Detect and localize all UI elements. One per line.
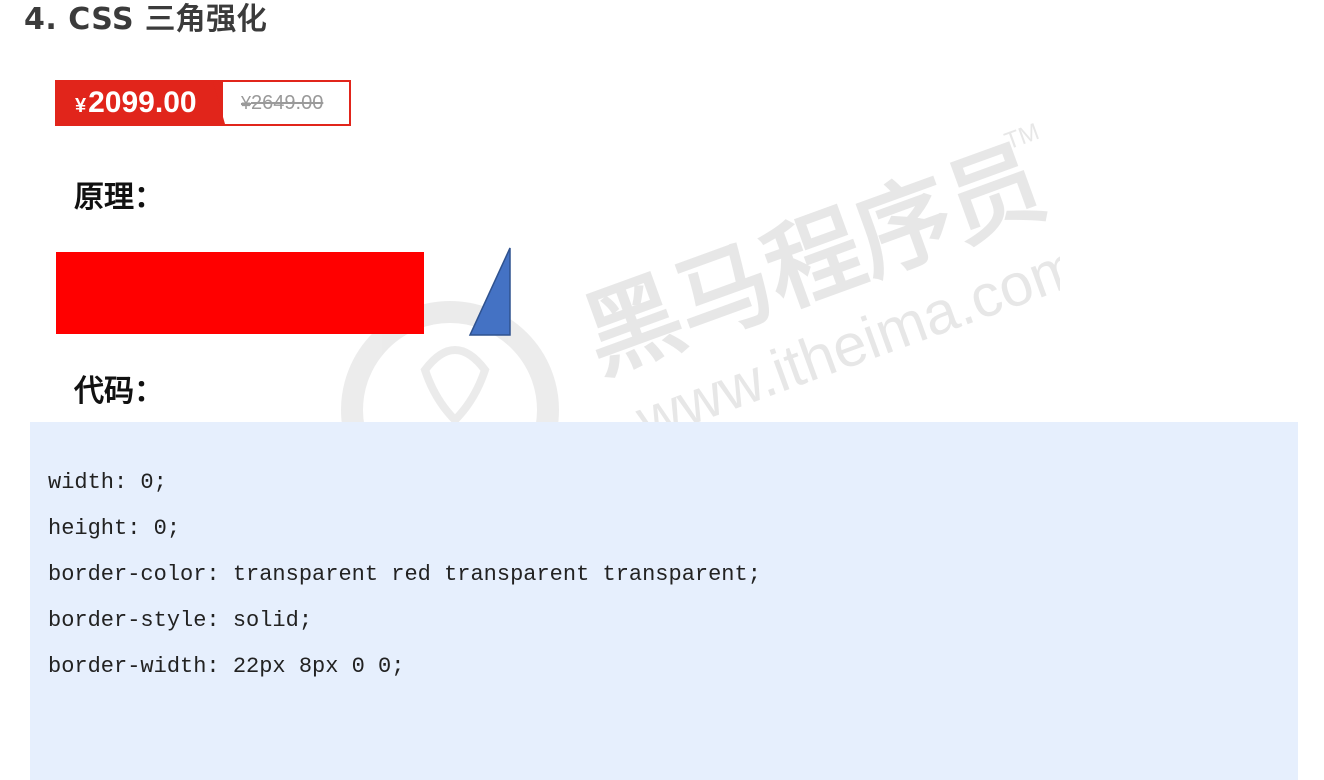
original-price-value: 2649.00 xyxy=(251,92,324,114)
currency-symbol-old: ¥ xyxy=(241,93,252,113)
demo-red-rectangle xyxy=(56,252,424,334)
price-badge: ¥2099.00 ¥2649.00 xyxy=(55,80,351,126)
demo-triangle-shape xyxy=(468,247,511,336)
watermark-site: www.itheima.com xyxy=(627,231,1060,454)
watermark-trademark: TM xyxy=(1001,120,1043,155)
current-price-value: 2099.00 xyxy=(88,86,197,119)
watermark-brand: 黑马程序员 xyxy=(569,125,1058,394)
original-price: ¥2649.00 xyxy=(241,90,323,116)
price-badge-slant xyxy=(213,82,225,124)
code-line: border-color: transparent red transparen… xyxy=(48,562,761,587)
code-line: height: 0; xyxy=(48,516,181,541)
code-line: width: 0; xyxy=(48,470,167,495)
code-label: 代码： xyxy=(74,374,164,409)
code-line: border-style: solid; xyxy=(48,608,313,633)
code-line: border-width: 22px 8px 0 0; xyxy=(48,654,405,679)
code-block xyxy=(30,422,1298,780)
current-price: ¥2099.00 xyxy=(75,84,197,124)
principle-label: 原理： xyxy=(74,180,164,215)
currency-symbol: ¥ xyxy=(75,95,87,117)
page-title: 4. CSS 三角强化 xyxy=(24,2,268,37)
